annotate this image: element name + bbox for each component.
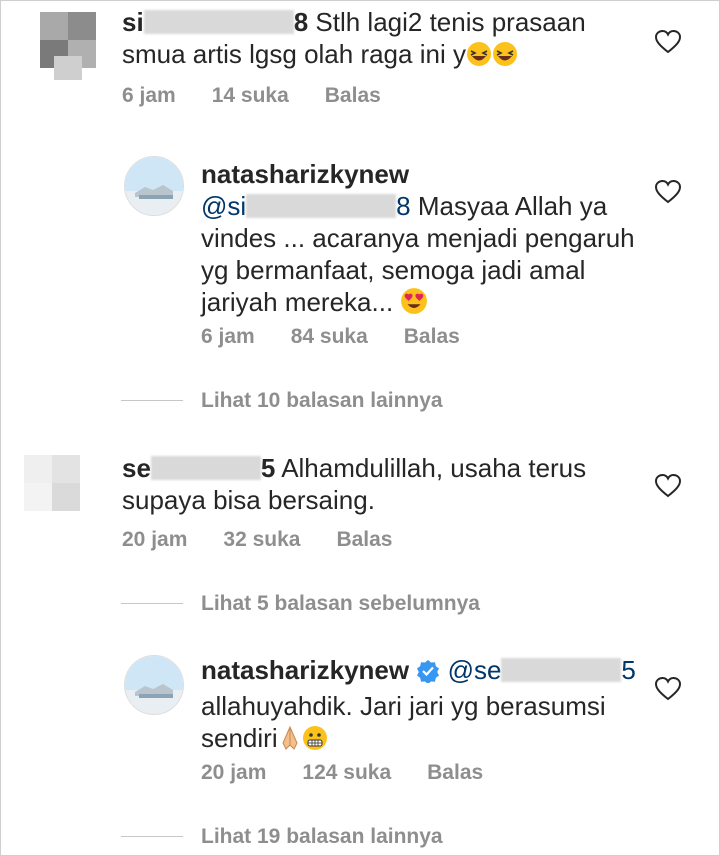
mention-link[interactable]: @se 5: [448, 655, 636, 685]
folded-hands-emoji: [278, 725, 302, 758]
like-count[interactable]: 14 suka: [212, 84, 289, 107]
comment-meta: 20 jam 32 suka Balas: [122, 528, 429, 552]
redacted-block: [246, 194, 397, 218]
comment-text: si 8 Stlh lagi2 tenis prasaan smua artis …: [122, 6, 642, 74]
like-count[interactable]: 124 suka: [302, 761, 391, 784]
divider: [121, 400, 183, 401]
avatar[interactable]: [124, 655, 184, 715]
avatar[interactable]: [24, 455, 80, 511]
reply-button[interactable]: Balas: [427, 761, 483, 784]
heart-icon[interactable]: [655, 180, 681, 204]
timestamp[interactable]: 6 jam: [201, 325, 255, 348]
heart-icon[interactable]: [655, 30, 681, 54]
view-more-replies[interactable]: Lihat 10 balasan lainnya: [201, 389, 443, 413]
reply-text: natasharizkynew @se 5 allahuyahdik. Jari …: [201, 654, 641, 758]
comment-text: se 5 Alhamdulillah, usaha terus supaya bi…: [122, 453, 587, 515]
redacted-block: [143, 10, 294, 34]
reply-username[interactable]: natasharizkynew: [201, 158, 409, 190]
redacted-block: [501, 658, 622, 682]
redacted-block: [150, 456, 261, 480]
view-more-replies[interactable]: Lihat 19 balasan lainnya: [201, 825, 443, 849]
avatar[interactable]: [40, 12, 96, 80]
reply-button[interactable]: Balas: [336, 528, 392, 551]
view-previous-replies[interactable]: Lihat 5 balasan sebelumnya: [201, 592, 480, 616]
like-count[interactable]: 84 suka: [291, 325, 368, 348]
grimacing-emoji: [302, 725, 328, 758]
mention-link[interactable]: @si 8: [201, 191, 411, 221]
timestamp[interactable]: 6 jam: [122, 84, 176, 107]
comment-meta: 6 jam 84 suka Balas: [201, 325, 496, 349]
laughing-emoji: [492, 41, 518, 74]
timestamp[interactable]: 20 jam: [122, 528, 187, 551]
comment-meta: 6 jam 14 suka Balas: [122, 84, 417, 108]
like-count[interactable]: 32 suka: [223, 528, 300, 551]
heart-icon[interactable]: [655, 474, 681, 498]
divider: [121, 603, 183, 604]
username[interactable]: si 8: [122, 7, 308, 37]
verified-badge-icon: [416, 658, 440, 690]
timestamp[interactable]: 20 jam: [201, 761, 266, 784]
heart-eyes-emoji: [400, 287, 428, 322]
reply-username[interactable]: natasharizkynew: [201, 655, 409, 685]
username[interactable]: se 5: [122, 453, 275, 483]
reply-button[interactable]: Balas: [325, 84, 381, 107]
divider: [121, 836, 183, 837]
laughing-emoji: [466, 41, 492, 74]
reply-button[interactable]: Balas: [404, 325, 460, 348]
comment-meta: 20 jam 124 suka Balas: [201, 761, 519, 785]
heart-icon[interactable]: [655, 677, 681, 701]
avatar[interactable]: [124, 156, 184, 216]
reply-text: @si 8 Masyaa Allah ya vindes ... acaranya…: [201, 190, 641, 322]
